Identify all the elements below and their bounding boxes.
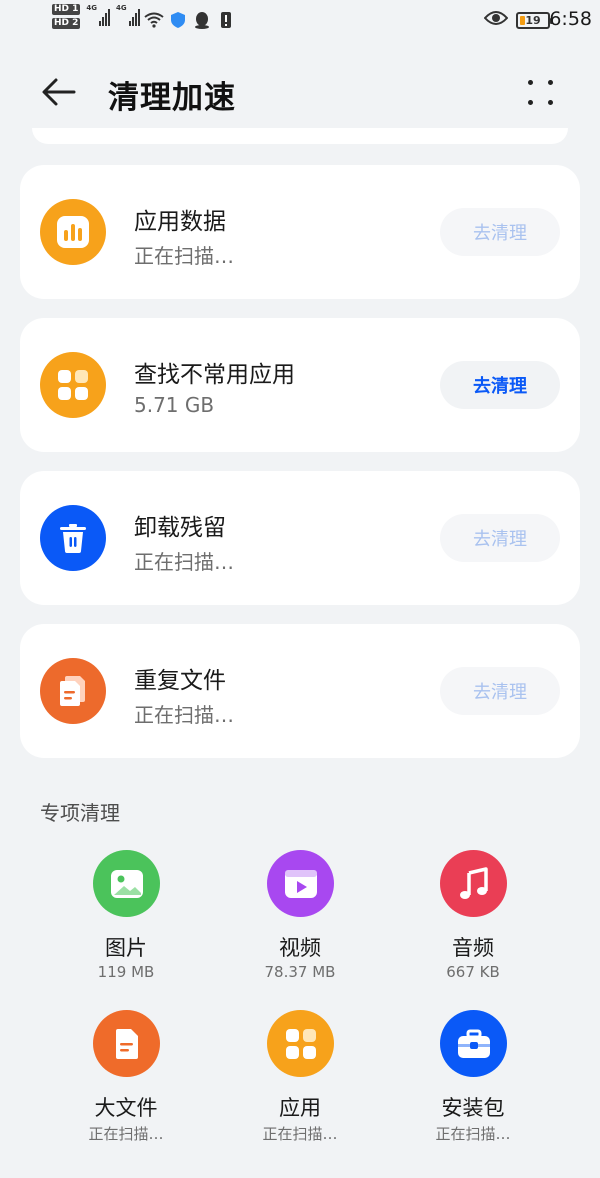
item-label: 图片 [105,936,147,960]
clock: 6:58 [549,8,592,30]
clean-button[interactable]: 去清理 [440,667,560,715]
sim1-label: HD 1 [52,4,81,15]
more-options-button[interactable] [518,74,562,110]
sim-labels: HD 1 HD 2 [52,4,81,29]
card-title: 应用数据 [134,209,226,235]
item-label: 音频 [452,936,494,960]
item-label: 安装包 [441,1096,505,1120]
status-right: 19 6:58 [483,8,592,30]
trash-icon [40,505,106,571]
signal-icon: 4G [86,4,111,26]
clean-card-unused-apps[interactable]: 查找不常用应用 5.71 GB 去清理 [20,318,580,452]
apps-grid-icon [40,352,106,418]
battery-icon: 19 [516,11,553,29]
clean-button[interactable]: 去清理 [440,514,560,562]
network-type-label: 4G [116,4,127,12]
card-title: 卸载残留 [134,515,226,541]
shield-icon [168,10,188,30]
section-title-special-clean: 专项清理 [40,801,120,825]
network-type-label: 4G [86,4,98,12]
eye-comfort-icon [483,10,509,30]
card-status: 正在扫描… [134,550,234,574]
duplicate-file-icon [40,658,106,724]
page-title: 清理加速 [108,80,236,116]
card-size: 5.71 GB [134,393,215,417]
special-item-large-files[interactable]: 大文件 正在扫描… [51,1010,201,1160]
item-status: 正在扫描… [262,1125,338,1143]
document-icon [93,1010,160,1077]
wifi-icon [144,10,164,30]
back-arrow-icon [42,78,76,106]
card-status: 正在扫描… [134,703,234,727]
item-status: 正在扫描… [88,1125,164,1143]
apps-grid-icon [267,1010,334,1077]
picture-icon [93,850,160,917]
clean-card-duplicate-files[interactable]: 重复文件 正在扫描… 去清理 [20,624,580,758]
package-icon [440,1010,507,1077]
scrolled-card-edge [32,128,568,144]
item-label: 视频 [279,936,321,960]
card-status: 正在扫描… [134,244,234,268]
music-icon [440,850,507,917]
bar-chart-icon [40,199,106,265]
item-label: 大文件 [94,1096,158,1120]
status-bar: HD 1 HD 2 4G 4G 19 6:58 [0,0,600,44]
card-title: 重复文件 [134,668,226,694]
alert-icon [216,10,236,30]
special-item-videos[interactable]: 视频 78.37 MB [225,850,375,1000]
status-left: HD 1 HD 2 4G 4G [52,4,236,30]
special-item-audio[interactable]: 音频 667 KB [398,850,548,1000]
video-icon [267,850,334,917]
special-item-apps[interactable]: 应用 正在扫描… [225,1010,375,1160]
sim2-label: HD 2 [52,18,81,29]
battery-level: 19 [525,13,541,27]
clean-button[interactable]: 去清理 [440,208,560,256]
special-item-install-packages[interactable]: 安装包 正在扫描… [398,1010,548,1160]
clean-card-app-data[interactable]: 应用数据 正在扫描… 去清理 [20,165,580,299]
item-size: 78.37 MB [264,963,336,981]
app-header: 清理加速 [0,60,600,124]
clean-card-uninstall-residue[interactable]: 卸载残留 正在扫描… 去清理 [20,471,580,605]
card-title: 查找不常用应用 [134,362,295,388]
clean-button[interactable]: 去清理 [440,361,560,409]
signal-icon: 4G [116,4,140,26]
special-item-pictures[interactable]: 图片 119 MB [51,850,201,1000]
item-label: 应用 [279,1096,321,1120]
back-button[interactable] [36,72,82,112]
qq-icon [192,10,212,30]
item-size: 667 KB [446,963,500,981]
item-size: 119 MB [97,963,155,981]
item-status: 正在扫描… [435,1125,511,1143]
